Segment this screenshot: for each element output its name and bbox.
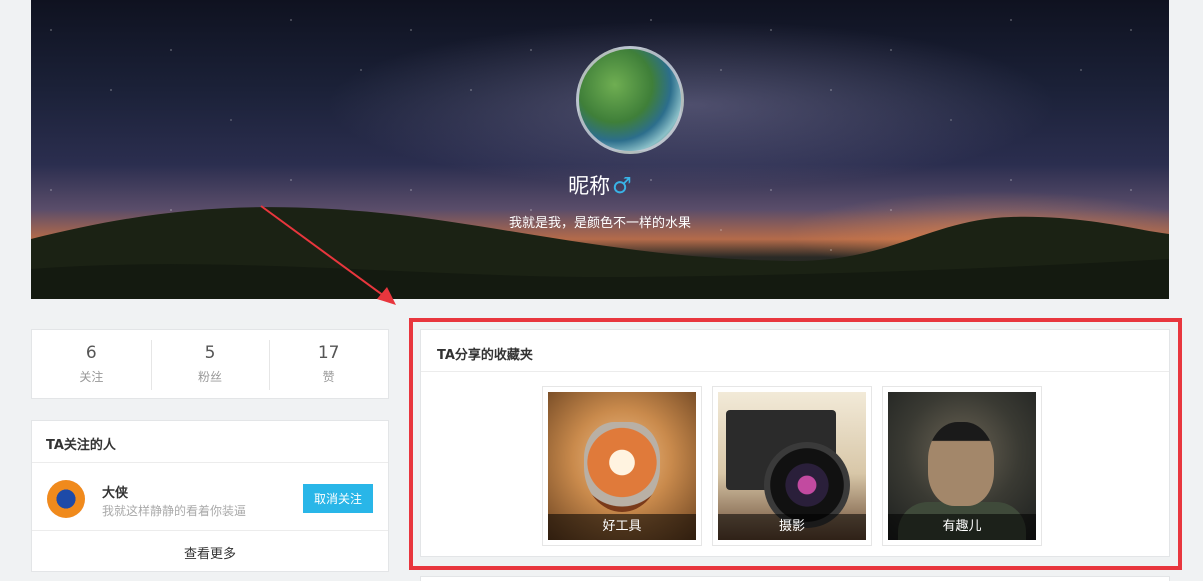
profile-banner: 昵称♂ 我就是我，是颜色不一样的水果 <box>31 0 1169 299</box>
following-title: TA关注的人 <box>32 421 388 463</box>
stat-value: 5 <box>204 343 216 363</box>
follow-user-name[interactable]: 大侠 <box>102 482 128 501</box>
profile-signature: 我就是我，是颜色不一样的水果 <box>508 216 691 231</box>
profile-avatar[interactable] <box>576 46 684 154</box>
stat-following[interactable]: 6 关注 <box>32 330 151 398</box>
follow-user-desc: 我就这样静静的看着你装逼 <box>102 504 247 518</box>
nickname-text: 昵称 <box>568 174 611 198</box>
firefox-icon[interactable] <box>47 480 85 518</box>
profile-nickname: 昵称♂ <box>31 170 1169 200</box>
stat-value: 17 <box>317 343 340 363</box>
list-item: 大侠 我就这样静静的看着你装逼 取消关注 <box>32 463 388 531</box>
stat-label: 关注 <box>79 370 104 384</box>
stats-box: 6 关注 5 粉丝 17 赞 <box>31 329 389 399</box>
male-icon: ♂ <box>612 174 632 199</box>
stat-value: 6 <box>85 343 97 363</box>
following-box: TA关注的人 大侠 我就这样静静的看着你装逼 取消关注 查看更多 <box>31 420 389 572</box>
stat-label: 粉丝 <box>198 370 223 384</box>
highlight-box <box>409 318 1182 570</box>
next-section-box <box>420 576 1170 581</box>
stat-likes[interactable]: 17 赞 <box>269 330 388 398</box>
stat-fans[interactable]: 5 粉丝 <box>150 330 270 398</box>
unfollow-button[interactable]: 取消关注 <box>303 484 373 513</box>
see-more-link[interactable]: 查看更多 <box>32 531 388 562</box>
stat-label: 赞 <box>322 370 335 384</box>
